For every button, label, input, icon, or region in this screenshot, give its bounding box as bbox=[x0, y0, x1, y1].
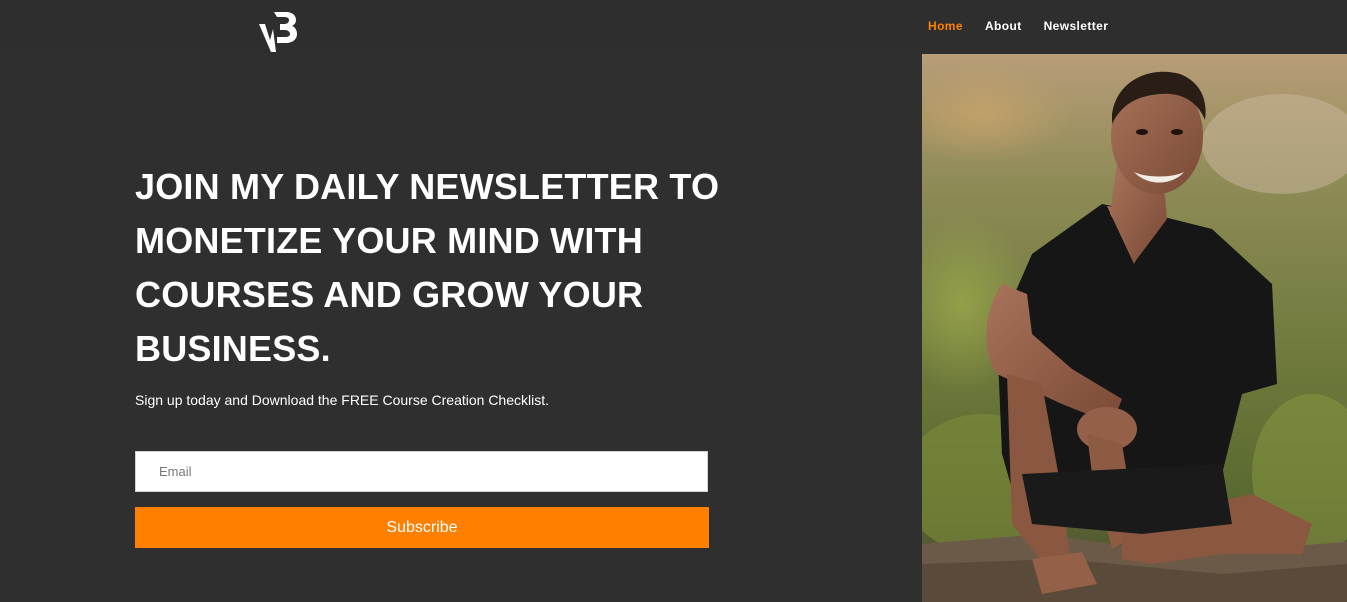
site-logo[interactable] bbox=[256, 7, 300, 53]
email-input[interactable] bbox=[135, 451, 708, 492]
nav-home-link[interactable]: Home bbox=[928, 19, 963, 33]
hero-headline: JOIN MY DAILY NEWSLETTER TO MONETIZE YOU… bbox=[135, 166, 720, 369]
hero-photo bbox=[922, 54, 1347, 602]
portrait-photo bbox=[922, 54, 1347, 602]
nav-newsletter-link[interactable]: Newsletter bbox=[1044, 19, 1109, 33]
vb-logo-icon bbox=[259, 12, 297, 52]
site-header: Home About Newsletter bbox=[0, 0, 1347, 53]
hero-subtitle: Sign up today and Download the FREE Cour… bbox=[135, 392, 549, 408]
landing-page: Home About Newsletter JOIN MY DAILY NEWS… bbox=[0, 0, 1347, 602]
subscribe-button[interactable]: Subscribe bbox=[135, 507, 709, 548]
main-nav: Home About Newsletter bbox=[928, 19, 1108, 33]
nav-about-link[interactable]: About bbox=[985, 19, 1022, 33]
